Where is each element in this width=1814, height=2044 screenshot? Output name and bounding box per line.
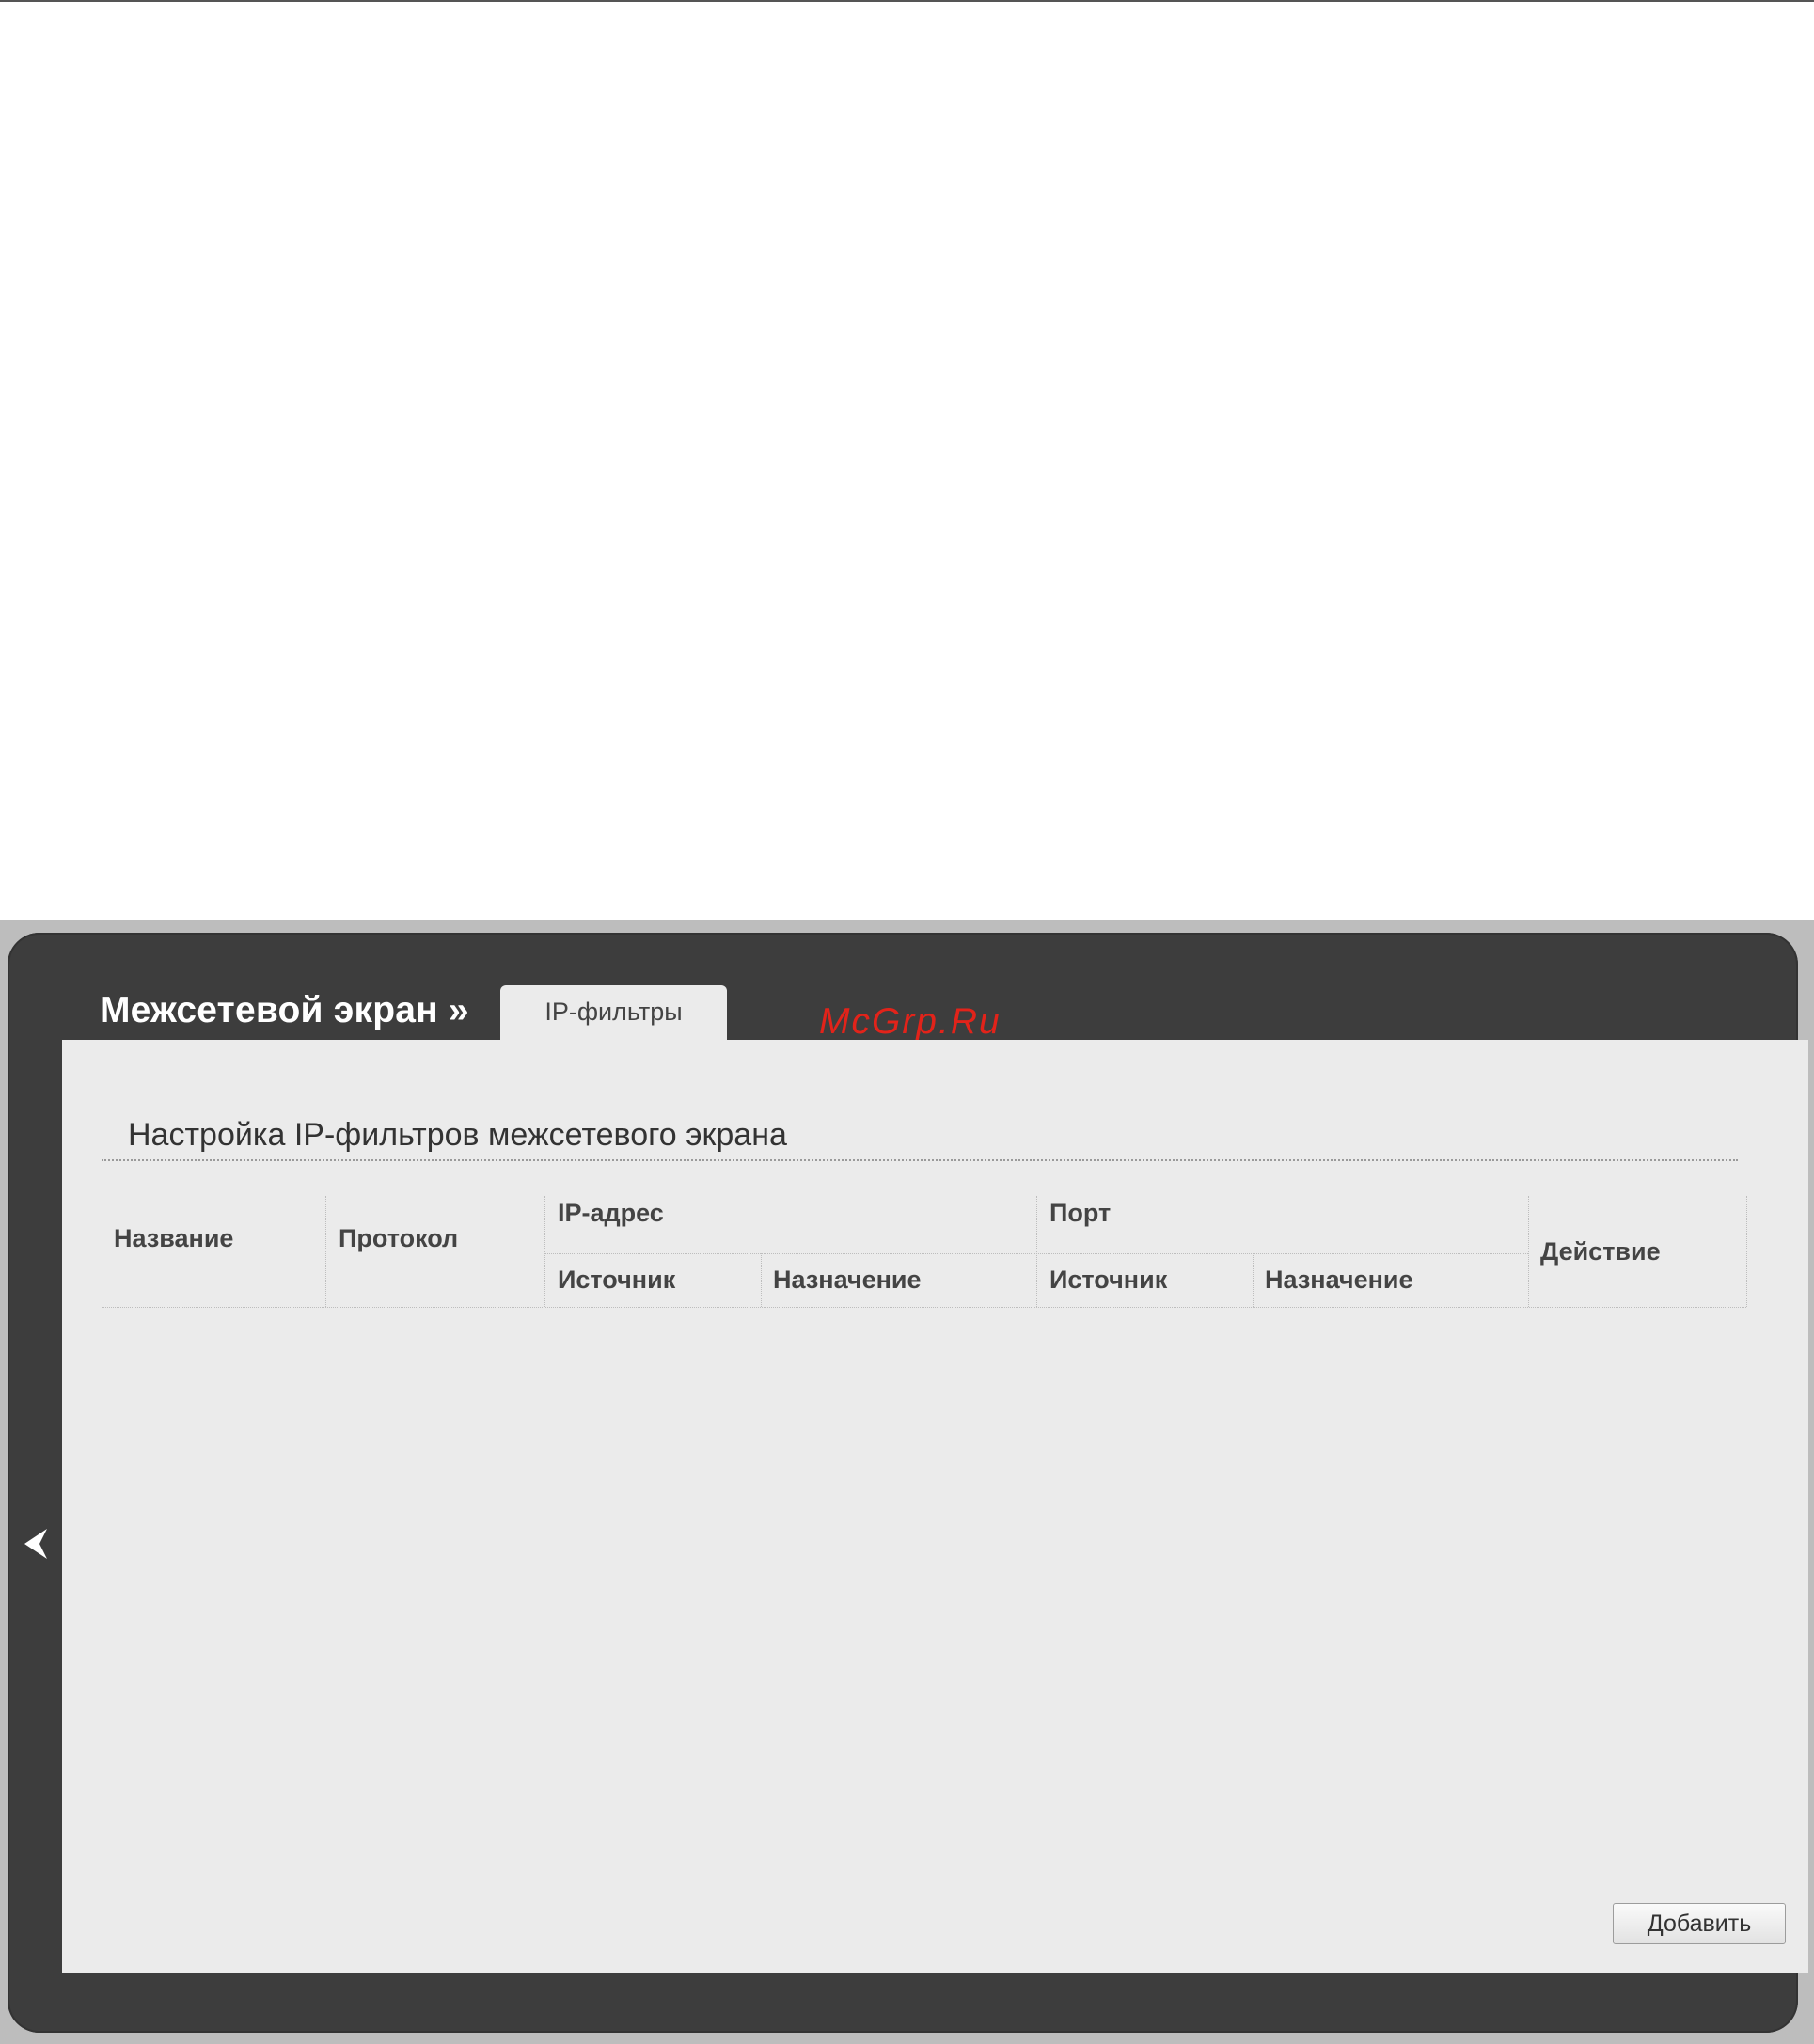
header-action: Действие <box>1540 1237 1661 1266</box>
header-ip-source: Источник <box>558 1266 676 1294</box>
col-divider <box>325 1196 326 1307</box>
page-title: Настройка IP-фильтров межсетевого экрана <box>128 1117 787 1153</box>
header-name: Название <box>114 1224 234 1252</box>
top-rule <box>0 0 1814 2</box>
tab-ip-filters[interactable]: IP-фильтры <box>500 985 727 1042</box>
title-divider <box>102 1159 1738 1161</box>
col-divider <box>1746 1196 1747 1307</box>
header-protocol: Протокол <box>339 1224 459 1252</box>
header-ip-address: IP-адрес <box>558 1199 664 1227</box>
subheader-divider <box>544 1253 1528 1254</box>
header-bottom-divider <box>102 1307 1746 1308</box>
header-ip-destination: Назначение <box>773 1266 922 1294</box>
breadcrumb[interactable]: Межсетевой экран » <box>100 990 469 1031</box>
content-panel <box>62 1040 1808 1973</box>
header-port: Порт <box>1049 1199 1112 1227</box>
col-divider <box>544 1196 545 1307</box>
add-button[interactable]: Добавить <box>1613 1903 1786 1944</box>
chevron-left-icon[interactable] <box>21 1527 49 1561</box>
watermark: McGrp.Ru <box>819 1001 1002 1042</box>
col-divider <box>1253 1253 1254 1307</box>
col-divider <box>1036 1196 1037 1307</box>
col-divider <box>1528 1196 1529 1307</box>
header-port-source: Источник <box>1049 1266 1168 1294</box>
header-port-destination: Назначение <box>1265 1266 1413 1294</box>
col-divider <box>761 1253 762 1307</box>
